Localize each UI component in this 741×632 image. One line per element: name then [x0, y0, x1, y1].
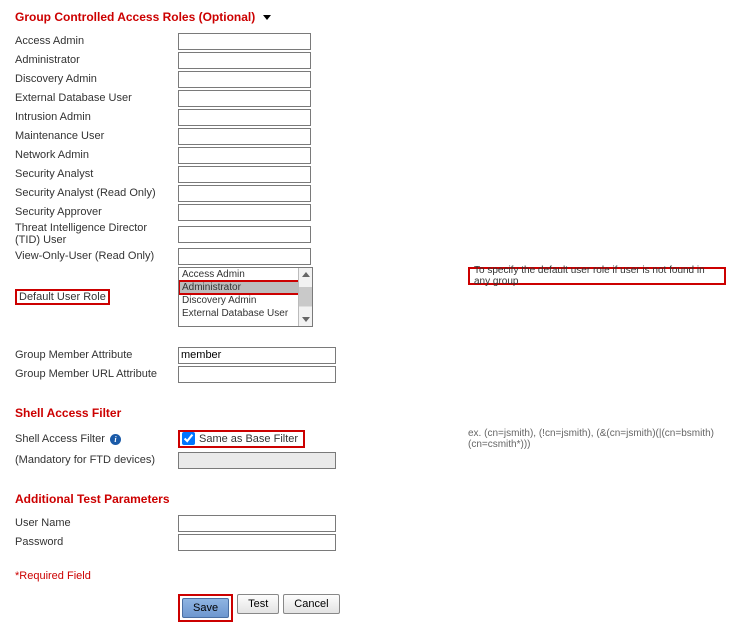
default-user-role-select[interactable]: Access Admin Administrator Discovery Adm…	[178, 267, 313, 327]
test-button[interactable]: Test	[237, 594, 279, 614]
role-input-administrator[interactable]	[178, 52, 311, 69]
default-role-option-0[interactable]: Access Admin	[179, 268, 312, 281]
caret-down-icon	[263, 15, 271, 20]
scroll-down-icon	[302, 317, 310, 322]
save-highlight-box: Save	[178, 594, 233, 622]
shell-access-filter-header: Shell Access Filter	[15, 406, 726, 420]
default-role-option-3[interactable]: External Database User	[179, 307, 312, 320]
test-username-input[interactable]	[178, 515, 336, 532]
cancel-button[interactable]: Cancel	[283, 594, 339, 614]
role-label-maintenance-user: Maintenance User	[15, 130, 178, 142]
group-member-attribute-input[interactable]	[178, 347, 336, 364]
same-as-base-filter-wrap: Same as Base Filter	[178, 430, 305, 448]
role-input-security-analyst[interactable]	[178, 166, 311, 183]
role-label-view-only-ro: View-Only-User (Read Only)	[15, 250, 178, 262]
role-label-access-admin: Access Admin	[15, 35, 178, 47]
scroll-up-icon	[302, 272, 310, 277]
group-member-attribute-label: Group Member Attribute	[15, 349, 178, 361]
role-input-network-admin[interactable]	[178, 147, 311, 164]
role-label-external-db-user: External Database User	[15, 92, 178, 104]
role-input-discovery-admin[interactable]	[178, 71, 311, 88]
test-password-label: Password	[15, 536, 178, 548]
role-label-security-analyst-ro: Security Analyst (Read Only)	[15, 187, 178, 199]
role-input-tid-user[interactable]	[178, 226, 311, 243]
role-label-security-approver: Security Approver	[15, 206, 178, 218]
mandatory-ftd-label: (Mandatory for FTD devices)	[15, 454, 178, 466]
info-icon[interactable]: i	[110, 434, 121, 445]
group-member-url-attribute-input[interactable]	[178, 366, 336, 383]
group-roles-header[interactable]: Group Controlled Access Roles (Optional)	[15, 10, 726, 24]
role-label-discovery-admin: Discovery Admin	[15, 73, 178, 85]
role-label-security-analyst: Security Analyst	[15, 168, 178, 180]
role-input-external-db-user[interactable]	[178, 90, 311, 107]
shell-filter-example: ex. (cn=jsmith), (!cn=jsmith), (&(cn=jsm…	[468, 428, 726, 450]
default-role-option-1[interactable]: Administrator	[179, 281, 312, 294]
required-field-note: *Required Field	[15, 570, 726, 582]
shell-access-filter-input	[178, 452, 336, 469]
role-input-intrusion-admin[interactable]	[178, 109, 311, 126]
role-input-maintenance-user[interactable]	[178, 128, 311, 145]
group-member-url-attribute-label: Group Member URL Attribute	[15, 368, 178, 380]
save-button[interactable]: Save	[182, 598, 229, 618]
shell-access-filter-label-text: Shell Access Filter	[15, 433, 105, 445]
additional-test-header: Additional Test Parameters	[15, 492, 726, 506]
shell-access-filter-label: Shell Access Filter i	[15, 433, 178, 445]
same-as-base-filter-label: Same as Base Filter	[199, 433, 298, 445]
button-row: Save Test Cancel	[178, 594, 726, 622]
role-input-security-analyst-ro[interactable]	[178, 185, 311, 202]
role-input-access-admin[interactable]	[178, 33, 311, 50]
same-as-base-filter-checkbox[interactable]	[182, 432, 195, 445]
role-input-security-approver[interactable]	[178, 204, 311, 221]
default-role-option-2[interactable]: Discovery Admin	[179, 294, 312, 307]
role-label-network-admin: Network Admin	[15, 149, 178, 161]
role-input-view-only-ro[interactable]	[178, 248, 311, 265]
default-user-role-label: Default User Role	[15, 289, 110, 305]
default-role-note: To specify the default user role if user…	[468, 267, 726, 285]
role-label-administrator: Administrator	[15, 54, 178, 66]
test-username-label: User Name	[15, 517, 178, 529]
test-password-input[interactable]	[178, 534, 336, 551]
role-label-tid-user: Threat Intelligence Director (TID) User	[15, 222, 178, 246]
select-scrollbar[interactable]	[298, 268, 312, 326]
group-roles-header-text: Group Controlled Access Roles (Optional)	[15, 10, 255, 24]
role-label-intrusion-admin: Intrusion Admin	[15, 111, 178, 123]
